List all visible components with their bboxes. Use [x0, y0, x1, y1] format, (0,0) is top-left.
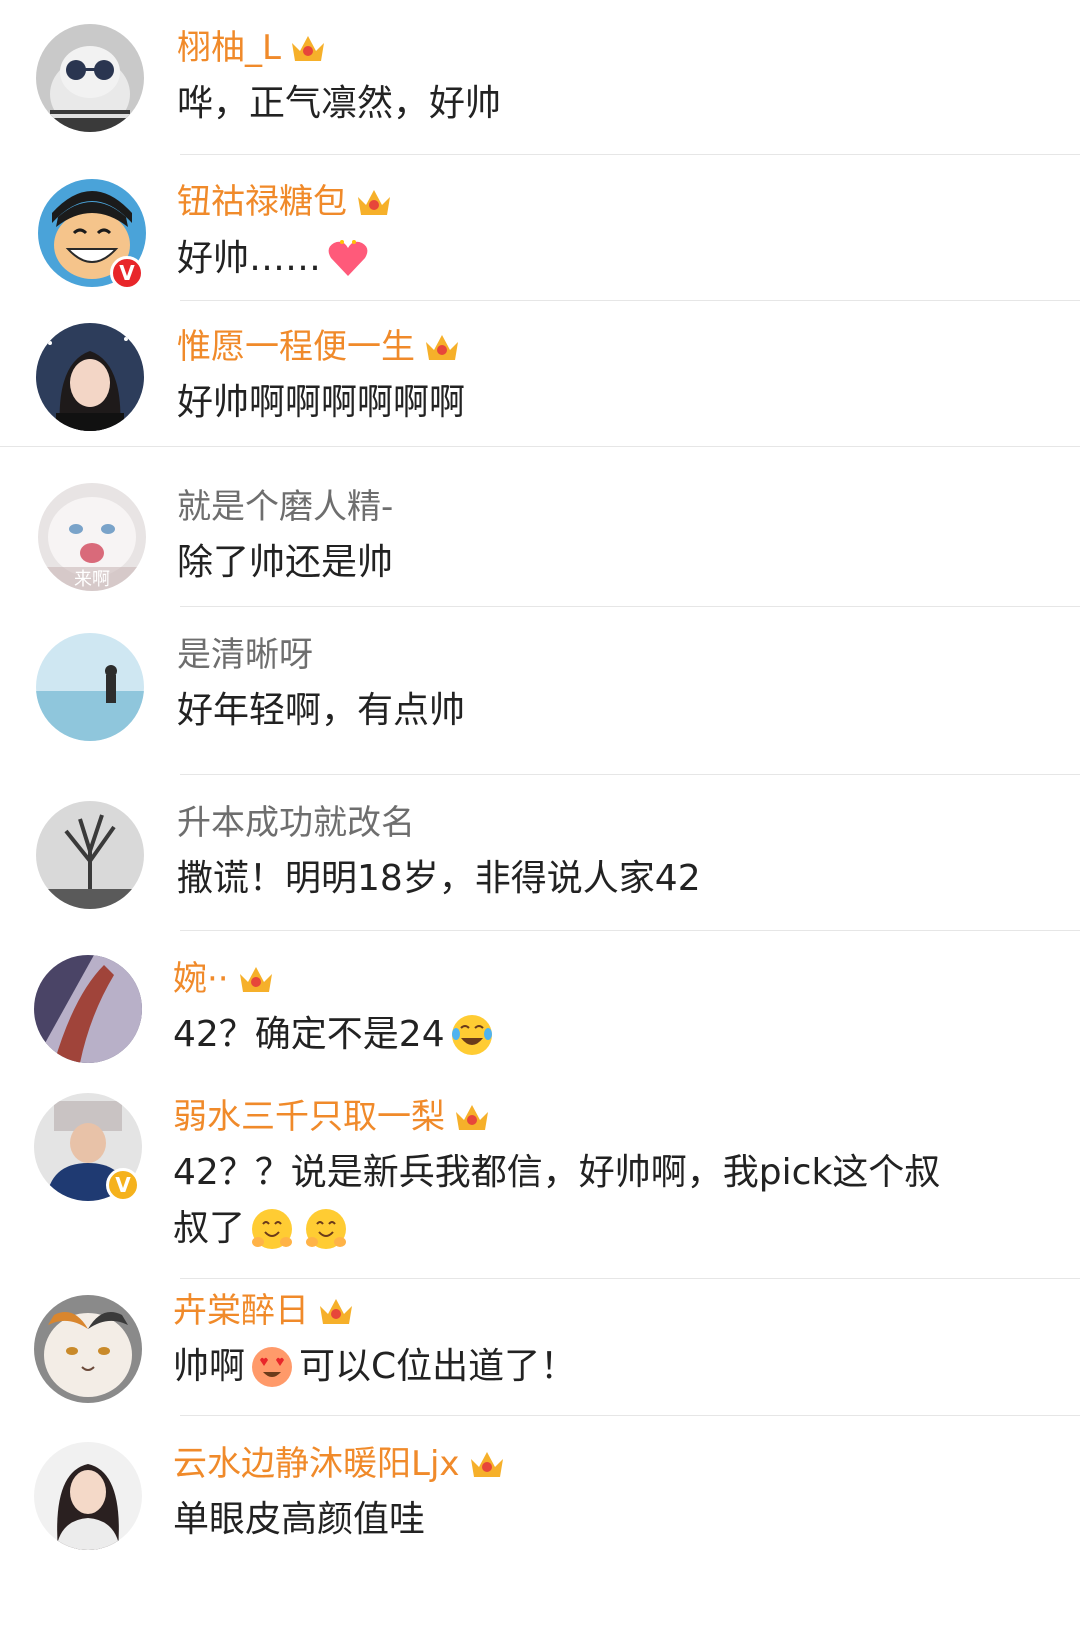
avatar[interactable] — [34, 1442, 142, 1550]
comment-text: 帅啊 可以C位出道了！ — [173, 1339, 576, 1395]
comment-text: 撒谎！明明18岁，非得说人家42 — [177, 858, 701, 899]
comment-text-content: 42？确定不是24 — [173, 1014, 445, 1055]
comment-text: 好帅…… — [177, 231, 375, 287]
avatar[interactable] — [36, 801, 144, 909]
avatar[interactable] — [36, 633, 144, 741]
crown-icon — [426, 335, 458, 360]
username-label: 惟愿一程便一生 — [177, 327, 415, 367]
comment-item: 升本成功就改名 撒谎！明明18岁，非得说人家42 — [0, 775, 1080, 931]
username[interactable]: 是清晰呀 — [177, 633, 313, 677]
comment-text: 单眼皮高颜值哇 — [173, 1499, 426, 1540]
comment-text-content: 叔了 — [173, 1208, 246, 1249]
heart-eyes-emoji — [252, 1347, 293, 1387]
avatar[interactable]: 来啊 — [38, 483, 146, 591]
crown-icon — [291, 36, 324, 61]
comment-item: 婉·· 42？确定不是24 — [0, 931, 1080, 1083]
comment-text: 42？？说是新兵我都信，好帅啊，我pick这个叔 — [173, 1152, 941, 1193]
comment-item: V 钮祜禄糖包 好帅…… — [0, 155, 1080, 301]
avatar[interactable] — [34, 1295, 142, 1403]
username-label: 是清晰呀 — [177, 635, 313, 675]
comment-item: V 弱水三千只取一梨 42？？说是新兵我都信，好帅啊，我pick这个叔 叔了 — [0, 1083, 1080, 1289]
username-label: 升本成功就改名 — [177, 803, 415, 843]
avatar[interactable] — [36, 323, 144, 431]
verified-badge-icon: V — [110, 256, 144, 290]
comment-item: 栩柚_L 哗，正气凛然，好帅 — [0, 0, 1080, 154]
avatar-caption: 来啊 — [74, 569, 110, 590]
hug-face-emoji — [252, 1209, 293, 1249]
username[interactable]: 钮祜禄糖包 — [177, 180, 393, 224]
comment-item: 惟愿一程便一生 好帅啊啊啊啊啊啊 — [0, 301, 1080, 447]
crown-icon — [470, 1452, 503, 1477]
laughing-tears-emoji — [451, 1015, 492, 1055]
comment-item: 云水边静沐暖阳Ljx 单眼皮高颜值哇 — [0, 1416, 1080, 1646]
username[interactable]: 婉·· — [173, 957, 275, 1001]
username-label: 钮祜禄糖包 — [177, 182, 347, 222]
username-label: 婉·· — [173, 959, 229, 999]
username-label: 卉棠醉日 — [173, 1291, 309, 1331]
crown-icon — [239, 967, 272, 992]
avatar[interactable] — [36, 24, 144, 132]
comment-text: 42？确定不是24 — [173, 1007, 499, 1063]
comment-text: 好帅啊啊啊啊啊啊 — [177, 382, 466, 423]
username-label: 弱水三千只取一梨 — [173, 1097, 445, 1137]
comment-text-content: 好帅…… — [177, 238, 322, 279]
heart-emoji — [328, 240, 368, 276]
comment-text: 除了帅还是帅 — [177, 542, 394, 583]
username-label: 云水边静沐暖阳Ljx — [173, 1444, 460, 1484]
username[interactable]: 栩柚_L — [177, 26, 327, 70]
username[interactable]: 升本成功就改名 — [177, 801, 415, 845]
username-label: 就是个磨人精- — [177, 487, 394, 527]
hug-face-emoji — [306, 1209, 347, 1249]
crown-icon — [320, 1299, 352, 1324]
comment-text-before: 帅啊 — [173, 1346, 246, 1387]
username[interactable]: 就是个磨人精- — [177, 485, 393, 529]
username[interactable]: 弱水三千只取一梨 — [173, 1095, 491, 1139]
username[interactable]: 卉棠醉日 — [173, 1289, 355, 1333]
comment-item: 是清晰呀 好年轻啊，有点帅 — [0, 607, 1080, 775]
comment-text-line2: 叔了 — [173, 1201, 353, 1257]
avatar[interactable] — [34, 955, 142, 1063]
username[interactable]: 云水边静沐暖阳Ljx — [173, 1442, 506, 1486]
crown-icon — [456, 1105, 488, 1130]
username[interactable]: 惟愿一程便一生 — [177, 325, 461, 369]
comment-text: 好年轻啊，有点帅 — [177, 690, 466, 731]
crown-icon — [358, 190, 390, 215]
comment-text-after: 可以C位出道了！ — [299, 1346, 577, 1387]
username-label: 栩柚_L — [177, 28, 281, 68]
verified-badge-icon: V — [106, 1168, 140, 1202]
comment-item: 来啊 就是个磨人精- 除了帅还是帅 — [0, 447, 1080, 607]
comment-text: 哗，正气凛然，好帅 — [177, 83, 502, 124]
